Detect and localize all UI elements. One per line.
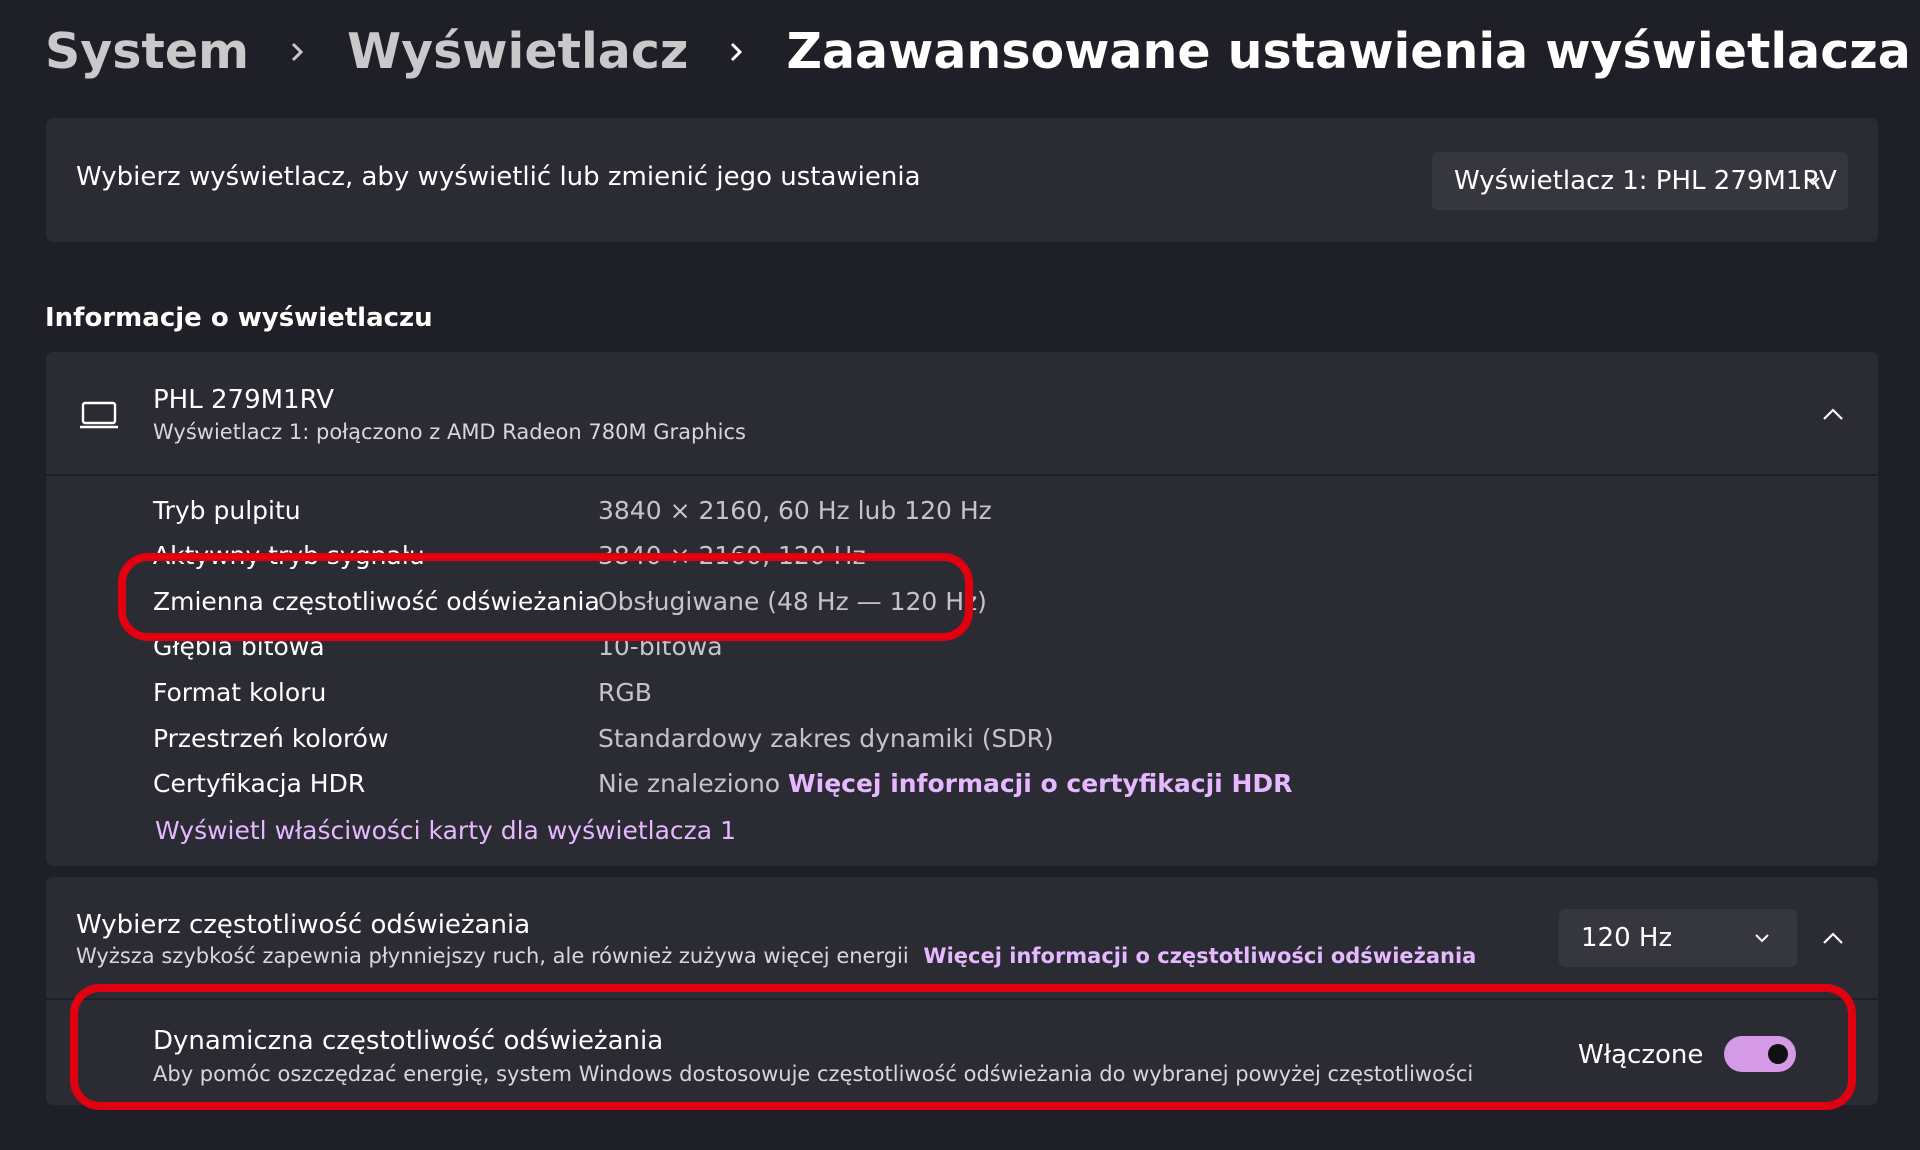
property-value: RGB (598, 678, 652, 707)
property-label: Format koloru (153, 678, 327, 707)
adapter-properties-link[interactable]: Wyświetl właściwości karty dla wyświetla… (155, 816, 736, 845)
refresh-rate-subtitle: Wyższa szybkość zapewnia płynniejszy ruc… (76, 944, 1476, 968)
refresh-rate-dropdown[interactable]: 120 Hz (1559, 909, 1797, 967)
breadcrumb-display[interactable]: Wyświetlacz (347, 23, 688, 80)
property-label: Przestrzeń kolorów (153, 724, 389, 753)
display-select-label: Wybierz wyświetlacz, aby wyświetlić lub … (76, 162, 921, 192)
display-dropdown-value: Wyświetlacz 1: PHL 279M1RV (1454, 166, 1837, 196)
laptop-icon (80, 401, 118, 429)
chevron-right-icon (731, 42, 743, 61)
breadcrumb-system[interactable]: System (45, 23, 249, 80)
property-value: 3840 × 2160, 60 Hz lub 120 Hz (598, 496, 992, 525)
property-value-hdr: Nie znaleziono Więcej informacji o certy… (598, 769, 1292, 798)
highlight-box (70, 984, 1856, 1110)
page-title: Zaawansowane ustawienia wyświetlacza (786, 23, 1911, 80)
property-value: Standardowy zakres dynamiki (SDR) (598, 724, 1054, 753)
hdr-info-link[interactable]: Więcej informacji o certyfikacji HDR (788, 769, 1292, 798)
chevron-up-icon[interactable] (1820, 930, 1846, 946)
refresh-rate-dropdown-value: 120 Hz (1581, 923, 1673, 953)
monitor-name: PHL 279M1RV (153, 385, 335, 415)
chevron-down-icon (1806, 177, 1820, 186)
hdr-status: Nie znaleziono (598, 769, 781, 798)
property-label: Tryb pulpitu (153, 496, 301, 525)
chevron-right-icon (292, 42, 304, 61)
highlight-box (118, 553, 973, 641)
chevron-up-icon[interactable] (1820, 406, 1846, 422)
refresh-rate-title: Wybierz częstotliwość odświeżania (76, 910, 531, 940)
breadcrumb: System Wyświetlacz Zaawansowane ustawien… (45, 14, 1911, 89)
refresh-rate-info-link[interactable]: Więcej informacji o częstotliwości odświ… (923, 944, 1476, 968)
monitor-subtitle: Wyświetlacz 1: połączono z AMD Radeon 78… (153, 420, 746, 444)
property-label: Certyfikacja HDR (153, 769, 366, 798)
display-dropdown[interactable]: Wyświetlacz 1: PHL 279M1RV (1432, 152, 1848, 210)
chevron-down-icon (1755, 934, 1769, 943)
section-title-display-info: Informacje o wyświetlaczu (45, 303, 433, 333)
refresh-rate-description: Wyższa szybkość zapewnia płynniejszy ruc… (76, 944, 909, 968)
